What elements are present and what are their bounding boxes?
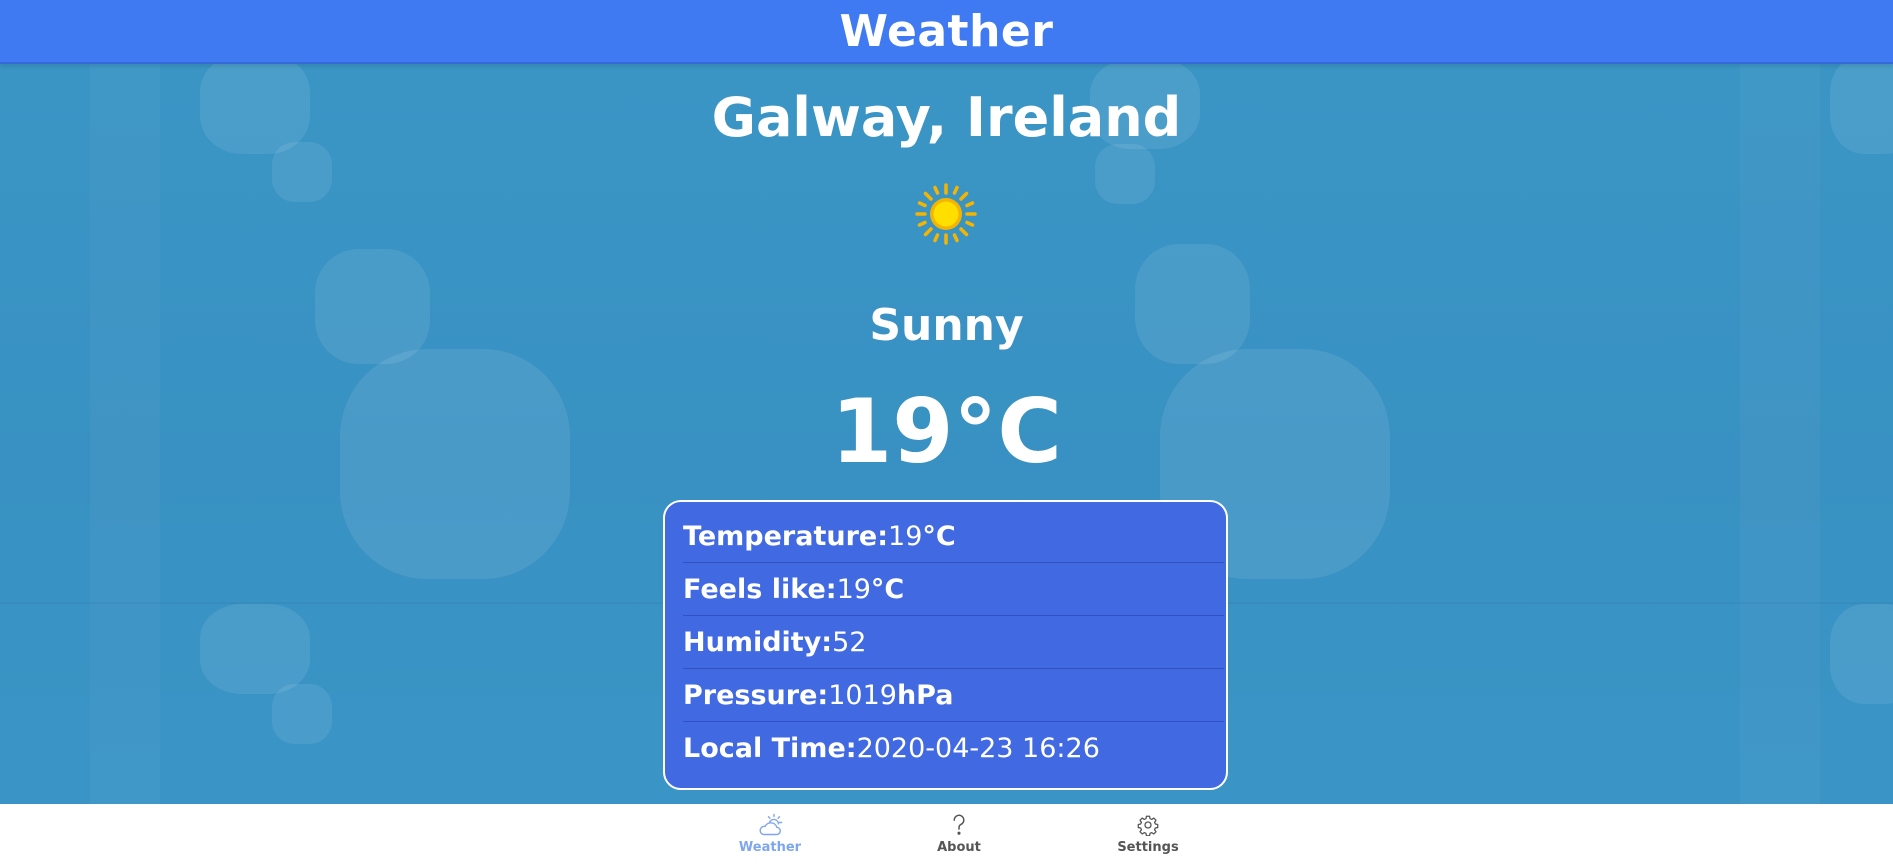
nav-item-settings[interactable]: Settings [1093, 812, 1203, 855]
detail-value: 1019 [828, 679, 897, 711]
nav-label-weather: Weather [738, 840, 802, 855]
detail-label: Temperature: [683, 520, 889, 552]
detail-unit: °C [922, 520, 956, 552]
location-title: Galway, Ireland [711, 86, 1182, 149]
weather-details-card: Temperature: 19 °C Feels like: 19 °C Humidit… [663, 500, 1228, 790]
detail-value: 19 [836, 573, 871, 605]
detail-label: Local Time: [683, 733, 857, 764]
detail-row-feels-like: Feels like: 19 °C [683, 563, 1224, 616]
detail-row-local-time: Local Time: 2020-04-23 16:26 [683, 722, 1224, 775]
sun-icon [914, 182, 978, 246]
detail-row-temperature: Temperature: 19 °C [683, 510, 1224, 563]
detail-label: Feels like: [683, 573, 837, 605]
detail-label: Humidity: [683, 626, 833, 658]
nav-label-about: About [937, 840, 981, 855]
detail-label: Pressure: [683, 679, 829, 711]
detail-value: 52 [832, 626, 867, 658]
detail-unit: °C [870, 573, 905, 605]
bottom-nav: Weather About Settings [0, 804, 1893, 867]
detail-value: 19 [888, 520, 923, 552]
weather-panel: Galway, Ireland Sunny 19°C Temperature: … [0, 64, 1893, 804]
detail-value: 2020-04-23 16:26 [856, 733, 1100, 764]
detail-row-humidity: Humidity: 52 [683, 616, 1224, 669]
nav-item-about[interactable]: About [904, 812, 1014, 855]
weather-condition: Sunny [869, 300, 1024, 351]
nav-label-settings: Settings [1117, 840, 1179, 855]
question-mark-icon [946, 812, 972, 838]
detail-row-pressure: Pressure: 1019 hPa [683, 669, 1224, 722]
weather-cloud-sun-icon [757, 812, 783, 838]
gear-icon [1135, 812, 1161, 838]
app-title: Weather [839, 5, 1054, 57]
detail-unit: hPa [896, 679, 954, 711]
current-temperature: 19°C [830, 380, 1063, 483]
app-header: Weather [0, 0, 1893, 64]
nav-item-weather[interactable]: Weather [715, 812, 825, 855]
